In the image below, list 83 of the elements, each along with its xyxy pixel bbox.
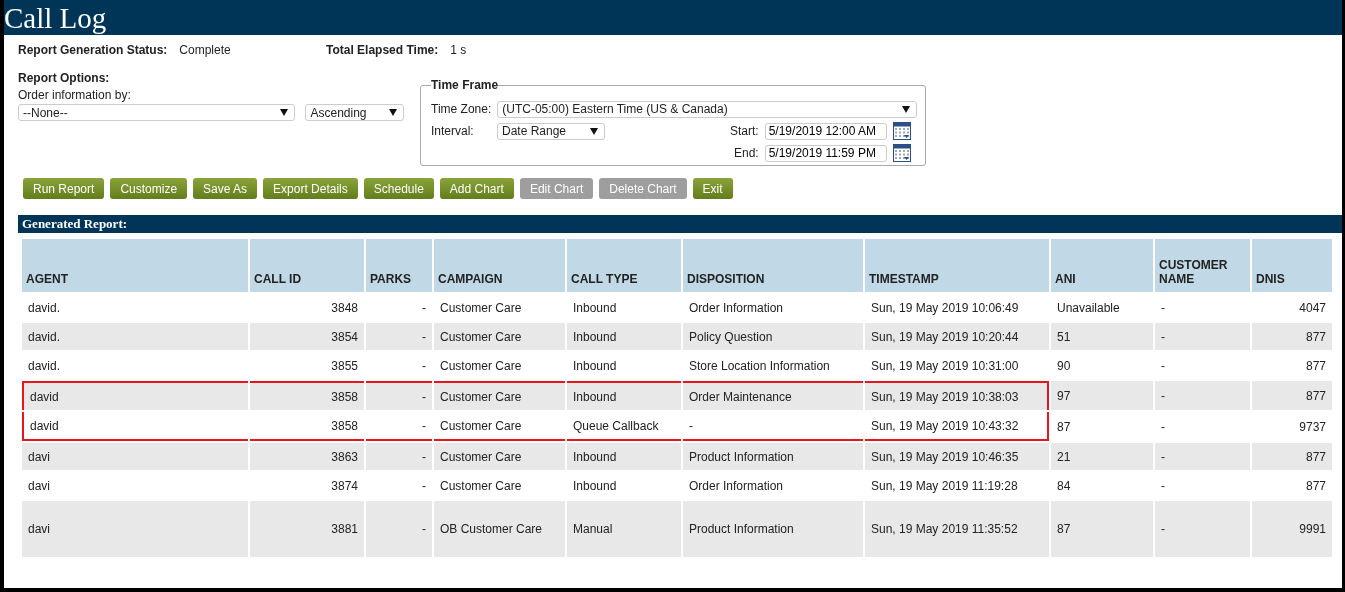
table-cell: - — [1155, 381, 1250, 410]
table-cell: Inbound — [567, 381, 681, 410]
table-cell: david. — [22, 323, 248, 350]
table-cell: 87 — [1051, 501, 1153, 557]
column-header[interactable]: DISPOSITION — [683, 239, 863, 292]
order-label: Order information by: — [18, 88, 132, 102]
table-cell: - — [366, 323, 432, 350]
table-cell: 51 — [1051, 323, 1153, 350]
column-header[interactable]: PARKS — [366, 239, 432, 292]
table-cell: OB Customer Care — [434, 501, 565, 557]
dropdown-caret-icon — [389, 109, 397, 116]
status-value: Complete — [179, 43, 231, 57]
toolbar-button[interactable]: Save As — [193, 178, 258, 199]
column-header[interactable]: CALL ID — [250, 239, 364, 292]
toolbar-button[interactable]: Add Chart — [439, 178, 514, 199]
column-header[interactable]: DNIS — [1252, 239, 1332, 292]
table-cell: 877 — [1252, 381, 1332, 410]
table-cell: 21 — [1051, 443, 1153, 470]
table-cell: Inbound — [567, 443, 681, 470]
table-cell: Sun, 19 May 2019 10:38:03 — [865, 381, 1049, 410]
column-header[interactable]: CAMPAIGN — [434, 239, 565, 292]
dropdown-caret-icon — [280, 109, 289, 116]
column-header[interactable]: CUSTOMER NAME — [1155, 239, 1250, 292]
table-cell: Manual — [567, 501, 681, 557]
table-cell: Sun, 19 May 2019 10:20:44 — [865, 323, 1049, 350]
start-label: Start: — [730, 124, 759, 138]
table-cell: Customer Care — [434, 323, 565, 350]
table-cell: david — [22, 381, 248, 410]
table-cell: Policy Question — [683, 323, 863, 350]
start-date-field[interactable]: 5/19/2019 12:00 AM — [764, 122, 887, 140]
table-cell: 3863 — [250, 443, 364, 470]
table-cell: 3881 — [250, 501, 364, 557]
table-cell: Product Information — [683, 443, 863, 470]
table-cell: davi — [22, 501, 248, 557]
toolbar-button[interactable]: Exit — [692, 178, 733, 199]
table-cell: - — [1155, 443, 1250, 470]
dropdown-caret-icon — [902, 105, 911, 113]
toolbar-button[interactable]: Schedule — [363, 178, 434, 199]
report-heading: Generated Report: — [18, 215, 1342, 233]
table-cell: 877 — [1252, 443, 1332, 470]
time-frame-heading: Time Frame — [431, 78, 499, 92]
table-cell: Customer Care — [434, 443, 565, 470]
toolbar-button[interactable]: Customize — [110, 178, 188, 199]
toolbar-button[interactable]: Export Details — [263, 178, 358, 199]
table-cell: 97 — [1051, 381, 1153, 410]
column-header[interactable]: TIMESTAMP — [865, 239, 1049, 292]
table-cell: Inbound — [567, 323, 681, 350]
status-label: Total Elapsed Time: — [326, 43, 439, 57]
table-cell: Order Maintenance — [683, 381, 863, 410]
status-value: 1 s — [450, 43, 467, 57]
table-cell: 9991 — [1252, 501, 1332, 557]
time-zone-select[interactable]: (UTC-05:00) Eastern Time (US & Canada) — [497, 100, 918, 118]
table-cell: Customer Care — [434, 381, 565, 410]
table-cell: 877 — [1252, 323, 1332, 350]
column-header[interactable]: CALL TYPE — [567, 239, 681, 292]
table-cell: 3858 — [250, 381, 364, 410]
table-cell: Sun, 19 May 2019 10:43:32 — [865, 412, 1049, 441]
status-label: Report Generation Status: — [18, 43, 168, 57]
end-date-field[interactable]: 5/19/2019 11:59 PM — [764, 144, 887, 162]
calendar-icon[interactable] — [892, 144, 911, 162]
table-cell: - — [1155, 501, 1250, 557]
table-cell: davi — [22, 443, 248, 470]
interval-label: Interval: — [431, 124, 475, 138]
direction-select[interactable]: Ascending — [305, 104, 404, 121]
report-options-heading: Report Options: — [18, 71, 111, 85]
table-cell: Sun, 19 May 2019 10:46:35 — [865, 443, 1049, 470]
time-zone-label: Time Zone: — [431, 102, 492, 116]
table-cell: - — [366, 381, 432, 410]
dropdown-caret-icon — [590, 127, 598, 135]
table-cell: Product Information — [683, 501, 863, 557]
column-header[interactable]: ANI — [1051, 239, 1153, 292]
table-cell: 3854 — [250, 323, 364, 350]
table-cell: - — [366, 501, 432, 557]
table-cell: david — [22, 412, 248, 441]
calendar-icon[interactable] — [892, 122, 911, 140]
interval-select[interactable]: Date Range — [497, 122, 605, 140]
toolbar-button[interactable]: Run Report — [23, 178, 105, 199]
table-cell: - — [1155, 323, 1250, 350]
table-cell: Sun, 19 May 2019 11:35:52 — [865, 501, 1049, 557]
order-select[interactable]: --None-- — [18, 104, 296, 121]
column-header[interactable]: AGENT — [22, 239, 248, 292]
table-cell: - — [366, 443, 432, 470]
end-label: End: — [734, 146, 759, 160]
